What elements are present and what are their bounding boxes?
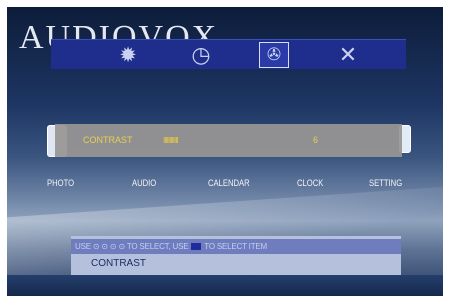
mode-calendar[interactable]: CALENDAR bbox=[208, 178, 250, 188]
mode-clock[interactable]: CLOCK bbox=[297, 178, 323, 188]
close-icon[interactable]: ✕ bbox=[333, 42, 363, 68]
adjust-value: 6 bbox=[313, 135, 319, 145]
current-item-label: CONTRAST bbox=[91, 258, 146, 269]
gear-icon[interactable]: ✹ bbox=[113, 42, 143, 68]
adjust-level-meter: IIIIIIIIIIII bbox=[163, 136, 179, 145]
tv-screen: AUDIOVOX ✹ ◷ ✇ ✕ PHOTO AUDIO CALENDAR CL… bbox=[7, 7, 443, 296]
help-hint-bar: USE ⊙ ⊙ ⊙ ⊙ TO SELECT, USE TO SELECT ITE… bbox=[71, 239, 401, 254]
clock-icon[interactable]: ◷ bbox=[186, 42, 216, 68]
adjust-label: CONTRAST bbox=[83, 135, 133, 145]
mode-setting[interactable]: SETTING bbox=[369, 178, 402, 188]
bottom-band bbox=[7, 275, 443, 296]
film-reel-icon[interactable]: ✇ bbox=[259, 42, 289, 68]
top-menu-bar: ✹ ◷ ✇ ✕ bbox=[51, 39, 406, 69]
mode-label-row: PHOTO AUDIO CALENDAR CLOCK SETTING bbox=[39, 178, 434, 192]
help-panel: USE ⊙ ⊙ ⊙ ⊙ TO SELECT, USE TO SELECT ITE… bbox=[71, 236, 401, 275]
hint-suffix: TO SELECT ITEM bbox=[204, 242, 267, 251]
mode-audio[interactable]: AUDIO bbox=[132, 178, 156, 188]
mode-photo[interactable]: PHOTO bbox=[47, 178, 74, 188]
enter-key-icon bbox=[191, 243, 202, 251]
hint-prefix: USE ⊙ ⊙ ⊙ ⊙ TO SELECT, USE bbox=[75, 242, 189, 251]
contrast-adjust-bar[interactable]: CONTRAST IIIIIIIIIIII 6 bbox=[55, 124, 402, 157]
